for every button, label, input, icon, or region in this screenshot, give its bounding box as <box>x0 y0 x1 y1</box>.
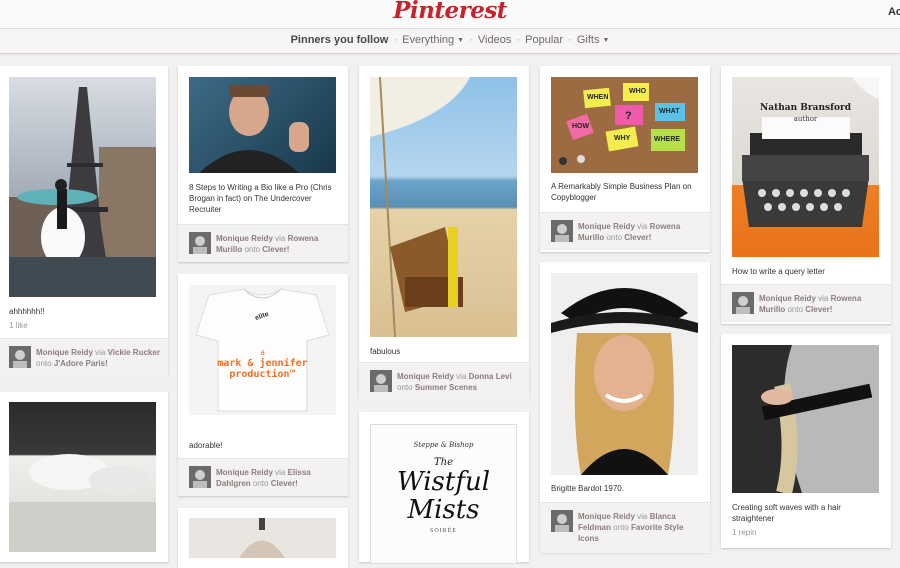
avatar[interactable] <box>370 370 392 392</box>
caret-down-icon: ▼ <box>457 37 465 44</box>
pin-attribution: Monique Reidy via Donna Levi onto Summer… <box>359 362 529 400</box>
board-link[interactable]: Clever! <box>271 479 298 488</box>
pin-image-sticky-notes[interactable]: WHEN WHO HOW ? WHAT WHY WHERE <box>551 77 698 173</box>
pinner-link[interactable]: Monique Reidy <box>216 468 273 477</box>
pin-image-hair-straightener[interactable] <box>732 345 879 493</box>
pin-card[interactable]: WHEN WHO HOW ? WHAT WHY WHERE A Remarkab… <box>540 66 710 252</box>
pin-card[interactable]: Creating soft waves with a hair straight… <box>721 334 891 548</box>
pin-description: Creating soft waves with a hair straight… <box>732 503 841 523</box>
pin-description: adorable! <box>189 441 223 450</box>
pin-image-invitation[interactable]: Steppe & Bishop The Wistful Mists SOIRÉE <box>370 424 517 564</box>
nav-videos[interactable]: Videos <box>478 34 511 46</box>
pin-attribution: Monique Reidy via Vickie Rucker onto J'A… <box>0 338 168 376</box>
top-bar: Pinterest Ac <box>0 0 900 29</box>
nav-popular[interactable]: Popular <box>525 34 563 46</box>
avatar[interactable] <box>732 292 754 314</box>
pin-image-eiffel-tower[interactable] <box>9 77 156 297</box>
pin-attribution: Monique Reidy via Blanca Feldman onto Fa… <box>540 502 710 553</box>
pinner-link[interactable]: Monique Reidy <box>578 222 635 231</box>
board-link[interactable]: Summer Scenes <box>415 383 477 392</box>
pin-image-beach[interactable] <box>370 77 517 337</box>
pin-image-portrait[interactable] <box>551 273 698 475</box>
nav-gifts[interactable]: Gifts ▼ <box>577 34 610 46</box>
pin-card[interactable] <box>178 508 348 568</box>
pin-description: How to write a query letter <box>732 267 825 276</box>
via-link[interactable]: Vickie Rucker <box>108 348 160 357</box>
pin-card[interactable] <box>0 392 168 562</box>
avatar[interactable] <box>189 232 211 254</box>
pin-description: Brigitte Bardot 1970. <box>551 484 624 493</box>
pin-stats: 1 repin <box>732 528 757 537</box>
pin-attribution: Monique Reidy via Rowena Murillo onto Cl… <box>721 284 891 322</box>
pinner-link[interactable]: Monique Reidy <box>578 512 635 521</box>
pinner-link[interactable]: Monique Reidy <box>397 372 454 381</box>
pin-description: A Remarkably Simple Business Plan on Cop… <box>551 182 692 202</box>
nav-pinners-you-follow[interactable]: Pinners you follow <box>291 34 389 46</box>
board-link[interactable]: Clever! <box>624 233 651 242</box>
pin-image-tshirt[interactable]: elite a mark & jennifer production™ <box>189 285 336 415</box>
pinterest-logo[interactable]: Pinterest <box>0 0 900 24</box>
avatar[interactable] <box>189 466 211 488</box>
pinner-link[interactable]: Monique Reidy <box>759 294 816 303</box>
board-link[interactable]: Clever! <box>805 305 832 314</box>
pin-attribution: Monique Reidy via Elissa Dahlgren onto C… <box>178 458 348 496</box>
pin-description: ahhhhhh!! <box>9 307 45 316</box>
pin-image-speaker[interactable] <box>189 77 336 173</box>
via-link[interactable]: Donna Levi <box>469 372 512 381</box>
pin-image-bedroom[interactable] <box>9 402 156 552</box>
board-link[interactable]: J'Adore Paris! <box>54 359 108 368</box>
pin-attribution: Monique Reidy via Rowena Murillo onto Cl… <box>178 224 348 262</box>
board-link[interactable]: Clever! <box>262 245 289 254</box>
pin-card[interactable]: Nathan Bransford author How to write a q… <box>721 66 891 324</box>
pinner-link[interactable]: Monique Reidy <box>216 234 273 243</box>
pin-card[interactable]: ahhhhhh!! 1 like Monique Reidy via Vicki… <box>0 66 168 376</box>
caret-down-icon: ▼ <box>602 37 610 44</box>
pin-attribution: Monique Reidy via Rowena Murillo onto Cl… <box>540 212 710 250</box>
avatar[interactable] <box>9 346 31 368</box>
avatar[interactable] <box>551 510 573 532</box>
pinner-link[interactable]: Monique Reidy <box>36 348 93 357</box>
avatar[interactable] <box>551 220 573 242</box>
pin-image-typewriter[interactable]: Nathan Bransford author <box>732 77 879 257</box>
pin-card[interactable]: Steppe & Bishop The Wistful Mists SOIRÉE <box>359 412 529 564</box>
pin-card[interactable]: elite a mark & jennifer production™ ador… <box>178 274 348 496</box>
pin-description: fabulous <box>370 347 401 356</box>
pin-stats: 1 like <box>9 321 28 330</box>
nav-everything[interactable]: Everything ▼ <box>402 34 464 46</box>
pin-description: 8 Steps to Writing a Bio like a Pro (Chr… <box>189 183 332 214</box>
category-nav: Pinners you follow · Everything ▼ · Video… <box>0 29 900 54</box>
pin-card[interactable]: Brigitte Bardot 1970. Monique Reidy via … <box>540 262 710 553</box>
pin-card[interactable]: 8 Steps to Writing a Bio like a Pro (Chr… <box>178 66 348 262</box>
pin-card[interactable]: fabulous Monique Reidy via Donna Levi on… <box>359 66 529 400</box>
account-link[interactable]: Ac <box>888 6 900 18</box>
pin-image-dress-form[interactable] <box>189 518 336 558</box>
